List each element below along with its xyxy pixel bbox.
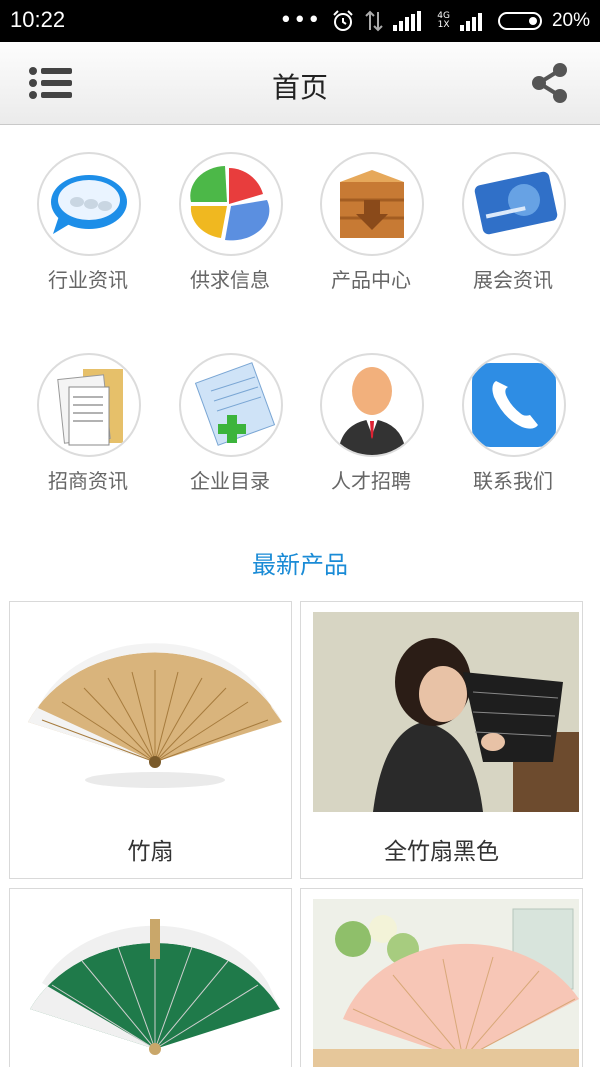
person-icon <box>338 367 406 455</box>
product-card[interactable] <box>300 888 583 1067</box>
share-icon <box>532 63 567 103</box>
product-image <box>313 899 579 1067</box>
network-type: 4G 1X <box>437 12 450 30</box>
status-bar: 10:22 ••• 4G 1X 20% <box>0 0 600 42</box>
product-name: 竹扇 <box>127 839 174 865</box>
category-exhibition-news[interactable]: 展会资讯 <box>448 152 578 292</box>
phone-icon <box>472 363 556 447</box>
category-label: 行业资讯 <box>48 268 128 292</box>
signal-icon-1 <box>393 11 422 31</box>
product-image <box>22 899 288 1067</box>
product-card[interactable] <box>9 888 292 1067</box>
status-time: 10:22 <box>10 7 66 32</box>
category-investment-news[interactable]: 招商资讯 <box>23 353 153 493</box>
woman-with-black-fan-image <box>313 612 579 812</box>
documents-icon <box>57 369 123 446</box>
product-card[interactable]: 竹扇 <box>9 601 292 879</box>
battery-icon <box>497 12 542 30</box>
alarm-icon <box>333 10 353 31</box>
category-label: 产品中心 <box>331 268 411 292</box>
product-card[interactable]: 全竹扇黑色 <box>300 601 583 879</box>
signal-icon-2 <box>459 13 482 31</box>
status-icons: ••• 4G 1X 20% <box>279 6 590 36</box>
category-label: 招商资讯 <box>48 469 128 493</box>
category-supply-demand[interactable]: 供求信息 <box>165 152 295 292</box>
category-product-center[interactable]: 产品中心 <box>306 152 436 292</box>
network-1x: 1X <box>437 20 450 30</box>
more-dots: ••• <box>279 8 322 33</box>
category-recruitment[interactable]: 人才招聘 <box>306 353 436 493</box>
credit-card-icon <box>474 171 558 235</box>
bamboo-fan-image <box>28 643 282 788</box>
category-industry-news[interactable]: 行业资讯 <box>23 152 153 292</box>
pink-floral-fan-image <box>313 899 579 1067</box>
page-title: 首页 <box>271 71 328 104</box>
product-name: 全竹扇黑色 <box>384 839 499 865</box>
category-label: 人才招聘 <box>331 469 411 493</box>
pie-chart-icon <box>190 166 270 241</box>
category-contact-us[interactable]: 联系我们 <box>448 353 578 493</box>
category-label: 供求信息 <box>190 268 270 292</box>
wooden-box-icon <box>340 170 404 238</box>
app-header: 首页 <box>0 42 600 125</box>
battery-percent: 20% <box>551 10 590 31</box>
product-image <box>22 612 288 812</box>
latest-products-title: 最新产品 <box>252 551 348 579</box>
category-company-directory[interactable]: 企业目录 <box>165 353 295 493</box>
notepad-add-icon <box>194 362 276 446</box>
category-label: 联系我们 <box>473 469 553 493</box>
data-transfer-icon <box>365 10 383 32</box>
category-label: 企业目录 <box>190 469 270 493</box>
green-fan-image <box>30 919 280 1055</box>
share-button[interactable] <box>530 62 570 104</box>
product-image <box>313 612 579 812</box>
chat-bubble-icon <box>51 175 127 234</box>
category-label: 展会资讯 <box>473 268 553 292</box>
